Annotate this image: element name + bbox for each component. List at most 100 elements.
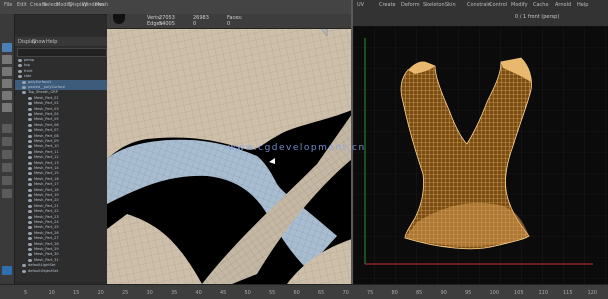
timeline-tick-label: 65 [318, 290, 325, 296]
mesh-icon [28, 258, 32, 262]
outliner-item-label: Mesh_Part_31 [34, 257, 59, 262]
menu-item[interactable]: Create [379, 2, 396, 8]
outliner-item[interactable]: Mesh_Part_03 [15, 107, 107, 112]
outliner-item[interactable]: Mesh_Part_31 [15, 258, 107, 263]
outliner-item[interactable]: Mesh_Part_23 [15, 215, 107, 220]
outliner-item[interactable]: Mesh_Part_17 [15, 182, 107, 187]
mesh-icon [28, 204, 32, 208]
mesh-icon [18, 75, 22, 79]
lasso-tool-icon[interactable] [2, 55, 12, 64]
outliner-item[interactable]: Mesh_Part_26 [15, 231, 107, 236]
outliner-item[interactable]: Mesh_Part_12 [15, 155, 107, 160]
menu-item[interactable]: Control [489, 2, 507, 8]
mesh-icon [28, 183, 32, 187]
rotate-tool-icon[interactable] [2, 91, 12, 100]
layout-sidebyside-icon[interactable] [2, 150, 12, 159]
outliner-item-label: Mesh_Part_30 [34, 252, 59, 257]
outliner-item[interactable]: Mesh_Part_05 [15, 117, 107, 122]
outliner-item-label: persp [24, 58, 35, 62]
outliner-item[interactable]: Mesh_Part_24 [15, 220, 107, 225]
mesh-icon [22, 264, 26, 268]
outliner-item-label: Mesh_Part_11 [34, 149, 59, 154]
outliner-item[interactable]: defaultObjectSet [15, 269, 107, 274]
outliner-item[interactable]: Mesh_Part_13 [15, 161, 107, 166]
front-scene [353, 26, 608, 284]
outliner-item[interactable]: Mesh_Part_04 [15, 112, 107, 117]
timeline-tick-label: 105 [514, 290, 524, 296]
outliner-item[interactable]: Mesh_Part_25 [15, 225, 107, 230]
outliner-item[interactable]: Top_Sheath_GRP [15, 90, 107, 95]
outliner-item[interactable]: Mesh_Part_29 [15, 247, 107, 252]
outliner-item[interactable]: persp [15, 58, 107, 63]
outliner-item[interactable]: Mesh_Part_20 [15, 198, 107, 203]
outliner-item[interactable]: pasted__polySurface [15, 85, 107, 90]
outliner-item[interactable]: defaultLightSet [15, 263, 107, 268]
outliner-item[interactable]: Mesh_Part_02 [15, 101, 107, 106]
mesh-icon [28, 210, 32, 214]
scale-tool-icon[interactable] [2, 103, 12, 112]
menu-item[interactable]: Help [577, 2, 588, 8]
menu-item[interactable]: UV [357, 2, 364, 8]
outliner-item[interactable]: Mesh_Part_06 [15, 123, 107, 128]
timeline-tick-label: 20 [97, 290, 104, 296]
outliner-item[interactable]: top [15, 63, 107, 68]
layout-persp-outliner-icon[interactable] [2, 163, 12, 172]
outliner-item[interactable]: Mesh_Part_21 [15, 204, 107, 209]
menu-item[interactable]: Skeleton [423, 2, 445, 8]
hud-zero-2: 0 [227, 21, 231, 27]
outliner-item-label: front [24, 68, 33, 73]
timeline-tick-label: 80 [391, 290, 398, 296]
menu-item[interactable]: Edit [17, 2, 27, 8]
mesh-icon [28, 177, 32, 181]
outliner-menu-item[interactable]: Help [46, 39, 57, 45]
mel-script-icon[interactable] [2, 266, 12, 275]
toolbox [0, 14, 15, 284]
move-tool-icon[interactable] [2, 79, 12, 88]
layout-hypershade-icon[interactable] [2, 176, 12, 185]
layout-four-icon[interactable] [2, 137, 12, 146]
outliner-item-label: top [24, 63, 30, 68]
timeline-tick-label: 25 [122, 290, 129, 296]
timeline-tick-label: 55 [269, 290, 276, 296]
outliner-item[interactable]: Mesh_Part_10 [15, 144, 107, 149]
outliner-item[interactable]: Mesh_Part_07 [15, 128, 107, 133]
outliner-item[interactable]: front [15, 69, 107, 74]
outliner-item-label: Mesh_Part_19 [34, 193, 59, 197]
menu-item[interactable]: Modify [511, 2, 528, 8]
outliner-item[interactable]: Mesh_Part_16 [15, 177, 107, 182]
outliner-item[interactable]: polySurface1 [15, 79, 107, 85]
outliner-item[interactable]: Mesh_Part_28 [15, 242, 107, 247]
outliner-item-label: Mesh_Part_02 [34, 101, 59, 106]
outliner-menu-item[interactable]: Show [32, 39, 46, 45]
paint-select-icon[interactable] [2, 67, 12, 76]
mesh-icon [28, 215, 32, 219]
front-viewport[interactable] [353, 26, 608, 284]
menu-item[interactable]: Mesh [95, 2, 108, 8]
outliner-item[interactable]: Mesh_Part_08 [15, 134, 107, 139]
outliner-item[interactable]: Mesh_Part_14 [15, 166, 107, 171]
mesh-icon [28, 156, 32, 160]
outliner-item[interactable]: Mesh_Part_30 [15, 252, 107, 257]
menu-item[interactable]: Cache [533, 2, 549, 8]
menu-item[interactable]: File [4, 2, 12, 8]
outliner-item[interactable]: Mesh_Part_27 [15, 236, 107, 241]
select-tool-icon[interactable] [2, 43, 12, 52]
outliner-item[interactable]: Mesh_Part_01 [15, 96, 107, 101]
outliner-item[interactable]: Mesh_Part_11 [15, 150, 107, 155]
outliner-item[interactable]: Mesh_Part_19 [15, 193, 107, 198]
time-slider[interactable]: 5 10 15 20 25 30 35 40 45 50 55 60 65 70 75 80 85 90 95 100… [0, 284, 608, 299]
timeline-tick-label: 85 [416, 290, 423, 296]
menu-item[interactable]: Arnold [555, 2, 571, 8]
outliner-item[interactable]: side [15, 74, 107, 79]
outliner-item[interactable]: Mesh_Part_09 [15, 139, 107, 144]
menu-item[interactable]: Constrain [467, 2, 491, 8]
menu-item[interactable]: Deform [401, 2, 420, 8]
outliner-toggle-icon[interactable] [2, 189, 12, 198]
outliner-item[interactable]: Mesh_Part_15 [15, 171, 107, 176]
outliner-item-label: Mesh_Part_28 [34, 241, 59, 246]
outliner-item[interactable]: Mesh_Part_22 [15, 209, 107, 214]
layout-single-icon[interactable] [2, 124, 12, 133]
menu-item[interactable]: Skin [445, 2, 456, 8]
outliner-item[interactable]: Mesh_Part_18 [15, 188, 107, 193]
outliner-search-input[interactable] [17, 48, 107, 57]
